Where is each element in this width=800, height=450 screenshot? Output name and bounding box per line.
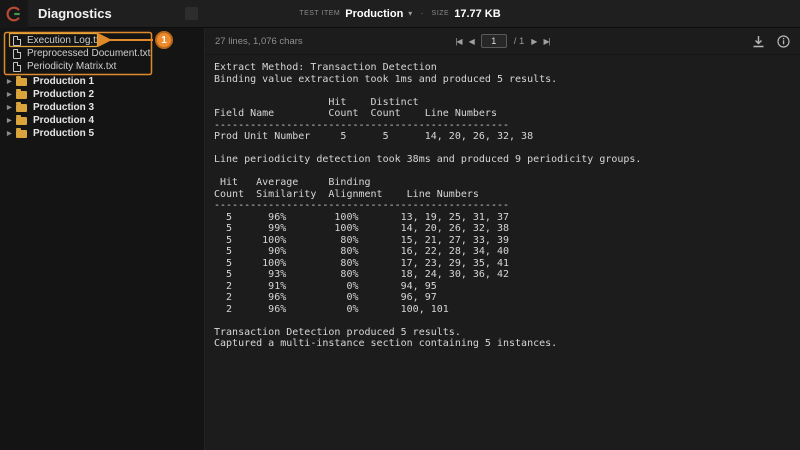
folder-item[interactable]: ▶ Production 2 xyxy=(0,88,204,101)
folder-label: Production 3 xyxy=(33,102,94,113)
info-button[interactable] xyxy=(777,35,790,48)
app-header: Diagnostics TEST ITEM Production ▾ · SIZ… xyxy=(0,0,800,28)
folder-item[interactable]: ▶ Production 1 xyxy=(0,75,204,88)
info-icon xyxy=(777,35,790,48)
header-separator: · xyxy=(420,8,423,19)
file-item[interactable]: Periodicity Matrix.txt xyxy=(0,60,204,73)
test-item-value: Production xyxy=(345,8,403,20)
prev-page-button[interactable]: ◀ xyxy=(469,37,474,46)
grooper-logo-icon xyxy=(5,5,23,23)
expand-arrow-icon[interactable]: ▶ xyxy=(7,91,16,98)
file-label: Preprocessed Document.txt xyxy=(27,48,150,59)
download-button[interactable] xyxy=(752,35,765,48)
file-icon xyxy=(13,36,21,46)
sidebar-toggle-button[interactable] xyxy=(185,7,198,20)
test-item-select[interactable]: TEST ITEM Production ▾ xyxy=(299,8,412,20)
size-label: SIZE xyxy=(432,10,450,17)
folder-icon xyxy=(16,78,27,86)
document-viewer[interactable]: Extract Method: Transaction Detection Bi… xyxy=(205,55,800,450)
folder-label: Production 2 xyxy=(33,89,94,100)
viewer-toolbar: 27 lines, 1,076 chars |◀ ◀ 1 / 1 ▶ ▶| xyxy=(205,28,800,55)
file-icon xyxy=(13,49,21,59)
folder-item[interactable]: ▶ Production 5 xyxy=(0,127,204,140)
header-status-bar: TEST ITEM Production ▾ · SIZE 17.77 KB xyxy=(299,8,500,20)
annotation-badge-1: 1 xyxy=(155,31,173,49)
folder-list: ▶Production 1▶Production 2▶Production 3▶… xyxy=(0,75,204,140)
app-logo xyxy=(0,0,28,28)
folder-icon xyxy=(16,91,27,99)
app-window: Diagnostics TEST ITEM Production ▾ · SIZ… xyxy=(0,0,800,450)
folder-label: Production 5 xyxy=(33,128,94,139)
document-text: Extract Method: Transaction Detection Bi… xyxy=(205,55,800,350)
document-stats: 27 lines, 1,076 chars xyxy=(215,36,455,47)
download-icon xyxy=(752,35,765,48)
folder-label: Production 4 xyxy=(33,115,94,126)
page-total: / 1 xyxy=(514,36,525,47)
file-item[interactable]: Execution Log.txt xyxy=(0,34,204,47)
file-list: Execution Log.txt Preprocessed Document.t… xyxy=(0,34,204,73)
expand-arrow-icon[interactable]: ▶ xyxy=(7,104,16,111)
folder-item[interactable]: ▶ Production 4 xyxy=(0,114,204,127)
expand-arrow-icon[interactable]: ▶ xyxy=(7,78,16,85)
expand-arrow-icon[interactable]: ▶ xyxy=(7,117,16,124)
page-number-input[interactable]: 1 xyxy=(481,34,507,48)
pager: |◀ ◀ 1 / 1 ▶ ▶| xyxy=(455,34,549,48)
size-value: 17.77 KB xyxy=(454,8,500,20)
next-page-button[interactable]: ▶ xyxy=(531,37,536,46)
file-label: Periodicity Matrix.txt xyxy=(27,61,116,72)
file-icon xyxy=(13,62,21,72)
file-label: Execution Log.txt xyxy=(27,35,104,46)
folder-icon xyxy=(16,130,27,138)
folder-item[interactable]: ▶ Production 3 xyxy=(0,101,204,114)
toolbar-tools xyxy=(550,35,790,48)
first-page-button[interactable]: |◀ xyxy=(455,37,461,46)
chevron-down-icon: ▾ xyxy=(408,9,412,18)
file-item[interactable]: Preprocessed Document.txt xyxy=(0,47,204,60)
size-field: SIZE 17.77 KB xyxy=(432,8,501,20)
folder-label: Production 1 xyxy=(33,76,94,87)
test-item-label: TEST ITEM xyxy=(299,10,340,17)
sidebar: Execution Log.txt Preprocessed Document.t… xyxy=(0,28,205,450)
folder-icon xyxy=(16,117,27,125)
expand-arrow-icon[interactable]: ▶ xyxy=(7,130,16,137)
folder-icon xyxy=(16,104,27,112)
main-panel: 27 lines, 1,076 chars |◀ ◀ 1 / 1 ▶ ▶| xyxy=(205,28,800,450)
page-title: Diagnostics xyxy=(38,6,112,21)
